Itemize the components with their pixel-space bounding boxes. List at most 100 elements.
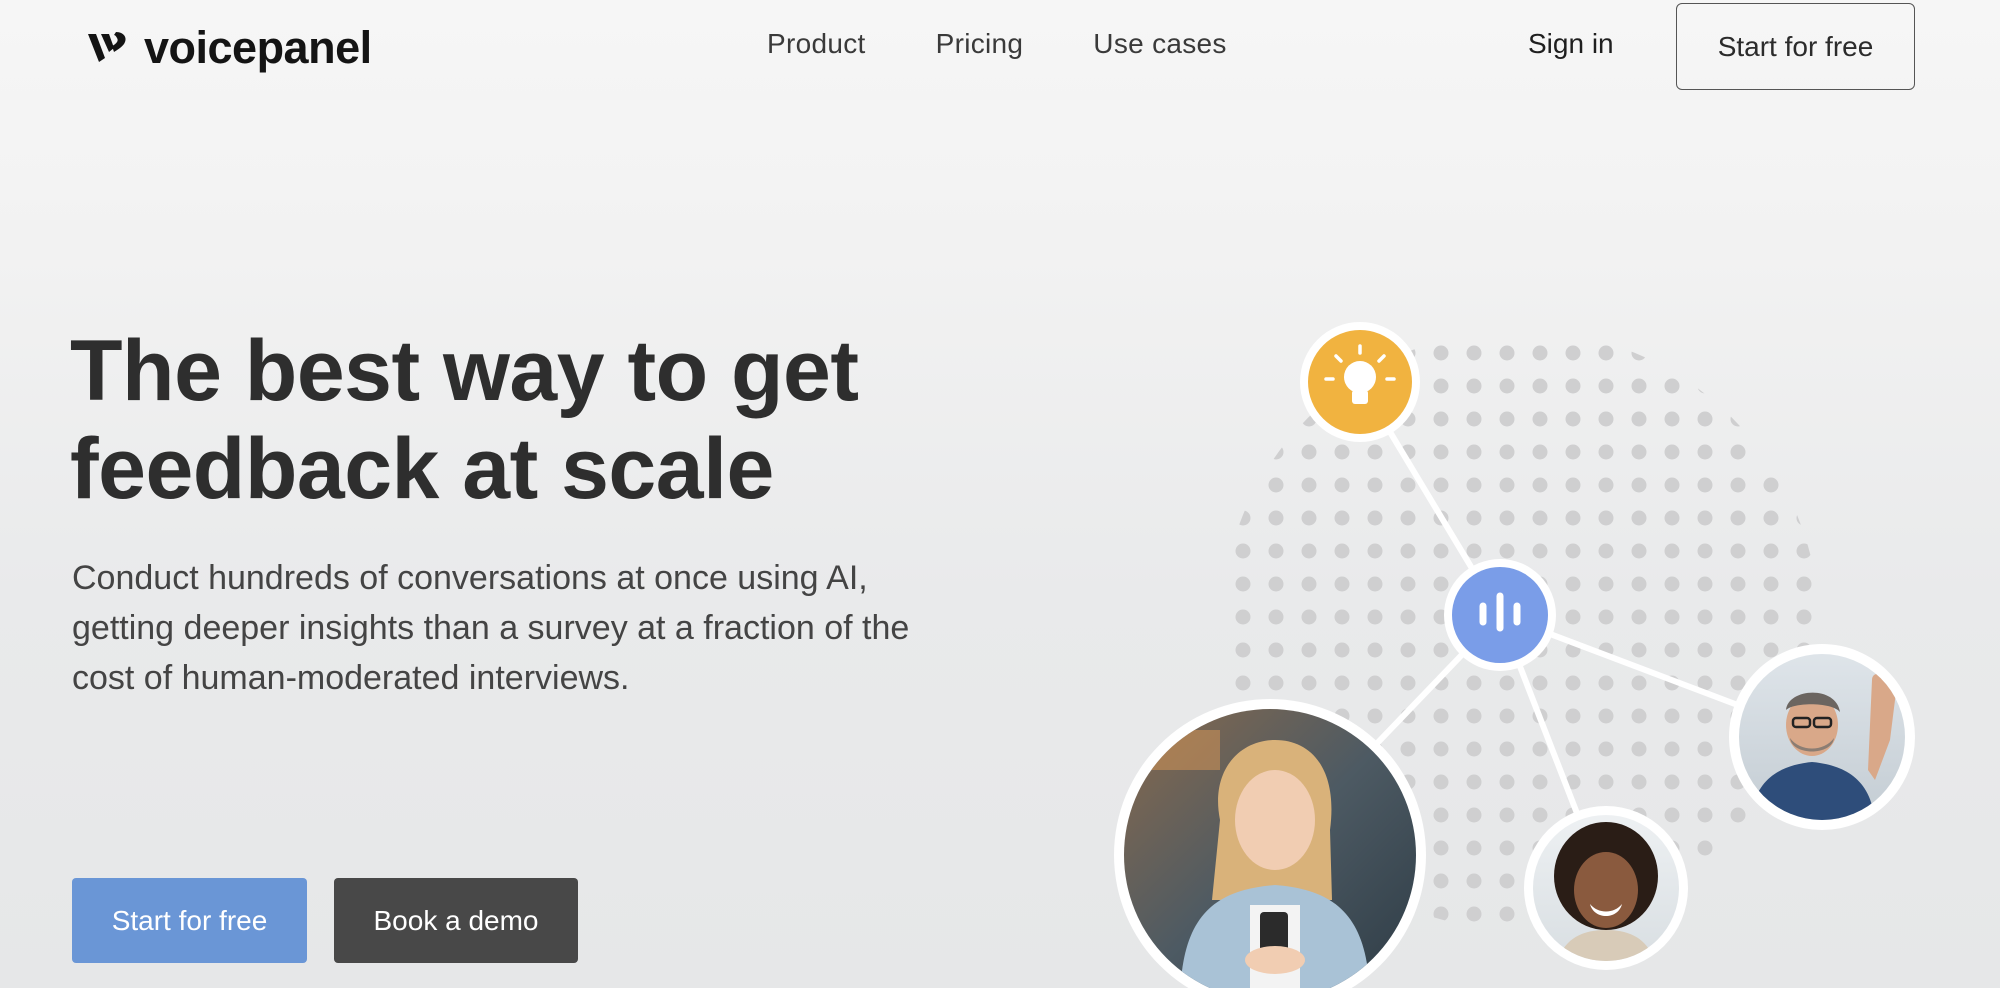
globe-dot — [1235, 576, 1251, 592]
globe-dot — [1664, 609, 1680, 625]
globe-dot — [1565, 345, 1581, 361]
globe-dot — [1466, 774, 1482, 790]
globe-dot — [1235, 642, 1251, 658]
globe-dot — [1565, 576, 1581, 592]
globe-dot — [1301, 543, 1317, 559]
globe-dot — [1499, 411, 1515, 427]
globe-dot — [1730, 378, 1746, 394]
globe-dot — [1466, 675, 1482, 691]
nav-item-pricing[interactable]: Pricing — [936, 28, 1024, 60]
brand-logo[interactable]: voicepanel — [86, 22, 372, 74]
globe-dot — [1664, 378, 1680, 394]
globe-dot — [1598, 543, 1614, 559]
book-demo-button[interactable]: Book a demo — [334, 878, 578, 963]
globe-dot — [1334, 609, 1350, 625]
globe-dot — [1433, 708, 1449, 724]
globe-dot — [1203, 676, 1218, 691]
globe-dot — [1532, 477, 1548, 493]
globe-dot — [1796, 477, 1812, 493]
globe-dot — [1268, 543, 1284, 559]
globe-dot — [1830, 907, 1845, 922]
globe-dot — [1697, 576, 1713, 592]
globe-dot — [1367, 510, 1383, 526]
globe-dot — [1631, 477, 1647, 493]
globe-dot — [1235, 444, 1251, 460]
globe-dot — [1730, 873, 1746, 889]
globe-dot — [1599, 313, 1614, 328]
globe-dot — [1763, 873, 1779, 889]
globe-dot — [1598, 576, 1614, 592]
globe-dot — [1631, 609, 1647, 625]
globe-dot — [1400, 741, 1416, 757]
globe-dot — [1730, 609, 1746, 625]
globe-dot — [1532, 378, 1548, 394]
globe-dot — [1631, 378, 1647, 394]
globe-dot — [1268, 510, 1284, 526]
globe-dot — [1334, 576, 1350, 592]
globe-dot — [1763, 576, 1779, 592]
globe-dot — [1631, 774, 1647, 790]
globe-dot — [1235, 345, 1251, 361]
sign-in-link[interactable]: Sign in — [1528, 28, 1614, 60]
globe-dot — [1533, 313, 1548, 328]
voice-waveform-icon — [1444, 559, 1556, 671]
globe-dot — [1235, 378, 1251, 394]
globe-dot — [1499, 378, 1515, 394]
globe-dot — [1434, 940, 1449, 955]
globe-dot — [1367, 477, 1383, 493]
globe-dot — [1301, 510, 1317, 526]
globe-dot — [1466, 708, 1482, 724]
globe-dot — [1235, 675, 1251, 691]
globe-dot — [1631, 642, 1647, 658]
globe-dot — [1532, 675, 1548, 691]
globe-dot — [1268, 345, 1284, 361]
globe-dot — [1763, 609, 1779, 625]
globe-dot — [1301, 477, 1317, 493]
globe-dot — [1400, 642, 1416, 658]
globe-dot — [1203, 610, 1218, 625]
globe-dot — [1697, 774, 1713, 790]
globe-dot — [1598, 411, 1614, 427]
globe-dot — [1796, 345, 1812, 361]
globe-dot — [1203, 544, 1218, 559]
nav-item-use-cases[interactable]: Use cases — [1093, 28, 1226, 60]
globe-dot — [1499, 873, 1515, 889]
globe-dot — [1598, 741, 1614, 757]
header-start-free-button[interactable]: Start for free — [1676, 3, 1915, 90]
globe-dot — [1565, 708, 1581, 724]
globe-dot — [1731, 313, 1746, 328]
globe-dot — [1367, 708, 1383, 724]
globe-dot — [1598, 378, 1614, 394]
globe-dot — [1367, 576, 1383, 592]
globe-dot — [1763, 642, 1779, 658]
globe-dot — [1830, 346, 1845, 361]
globe-dot — [1433, 873, 1449, 889]
globe-dot — [1433, 807, 1449, 823]
start-free-button[interactable]: Start for free — [72, 878, 307, 963]
globe-dot — [1301, 642, 1317, 658]
nav-item-product[interactable]: Product — [767, 28, 866, 60]
globe-dot — [1697, 543, 1713, 559]
globe-dot — [1631, 411, 1647, 427]
globe-dot — [1598, 675, 1614, 691]
globe-dot — [1764, 313, 1779, 328]
globe-dot — [1301, 609, 1317, 625]
globe-dot — [1367, 642, 1383, 658]
globe-dot — [1466, 873, 1482, 889]
globe-dot — [1433, 576, 1449, 592]
globe-dot — [1797, 313, 1812, 328]
globe-dot — [1467, 940, 1482, 955]
globe-dot — [1466, 807, 1482, 823]
globe-dot — [1269, 313, 1284, 328]
globe-dot — [1830, 412, 1845, 427]
globe-dot — [1203, 643, 1218, 658]
globe-dot — [1334, 642, 1350, 658]
globe-dot — [1466, 378, 1482, 394]
globe-dot — [1697, 411, 1713, 427]
globe-dot — [1466, 477, 1482, 493]
globe-dot — [1796, 873, 1812, 889]
globe-dot — [1466, 840, 1482, 856]
globe-dot — [1664, 543, 1680, 559]
globe-dot — [1235, 543, 1251, 559]
globe-dot — [1830, 577, 1845, 592]
